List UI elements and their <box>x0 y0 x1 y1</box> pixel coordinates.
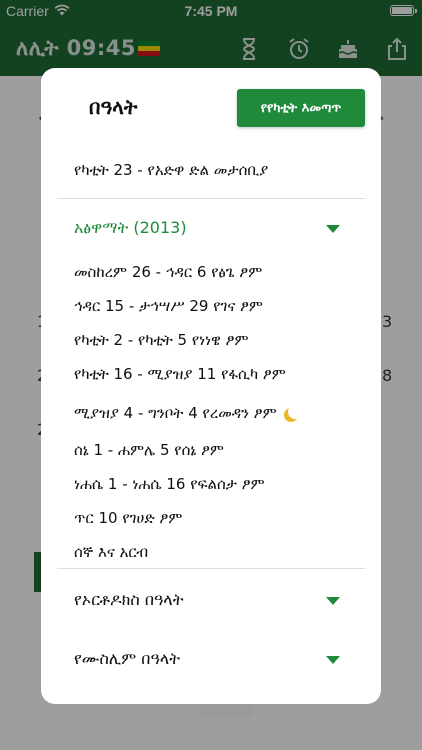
background-handle <box>199 704 253 716</box>
list-item[interactable]: ጥር 10 የገሀድ ፆም <box>74 509 182 527</box>
list-item[interactable]: ሰኞ እና አርብ <box>74 543 148 561</box>
list-item[interactable]: ኅዳር 15 - ታኅሣሥ 29 የገና ፆም <box>74 297 263 315</box>
caret-down-icon[interactable] <box>326 597 340 605</box>
list-item[interactable]: ሚያዝያ 4 - ግንቦት 4 የረመዳን ፆም <box>74 404 297 422</box>
list-item-label: ሚያዝያ 4 - ግንቦት 4 የረመዳን ፆም <box>74 404 277 422</box>
featured-holiday[interactable]: የካቲት 23 - የአድዋ ድል መታሰቢያ <box>74 161 268 179</box>
crescent-moon-icon <box>288 405 302 419</box>
caret-down-icon[interactable] <box>326 656 340 664</box>
caret-down-icon[interactable] <box>326 225 340 233</box>
list-item[interactable]: ሰኔ 1 - ሐምሌ 5 የሰኔ ፆም <box>74 441 224 459</box>
list-item[interactable]: መስከረም 26 - ኅዳር 6 የፅጌ ፆም <box>74 263 262 281</box>
modal-title: በዓላት <box>89 95 138 119</box>
section-header-orthodox-holidays[interactable]: የኦርቶዶክስ በዓላት <box>74 590 184 610</box>
list-item[interactable]: የካቲት 16 - ሚያዝያ 11 የፋሲካ ፆም <box>74 365 286 383</box>
divider <box>57 568 365 569</box>
list-item[interactable]: ነሐሴ 1 - ነሐሴ 16 የፍልሰታ ፆም <box>74 475 265 493</box>
divider <box>57 198 365 199</box>
list-item[interactable]: የካቲት 2 - የካቲት 5 የነነዌ ፆም <box>74 331 248 349</box>
month-origin-button[interactable]: የየካቲት እመጣጥ <box>237 89 365 127</box>
section-header-muslim-holidays[interactable]: የሙስሊም በዓላት <box>74 649 180 669</box>
holidays-modal: በዓላት የየካቲት እመጣጥ የካቲት 23 - የአድዋ ድል መታሰቢያ … <box>41 68 381 704</box>
section-header-fasts[interactable]: አፅዋማት (2013) <box>74 218 187 238</box>
